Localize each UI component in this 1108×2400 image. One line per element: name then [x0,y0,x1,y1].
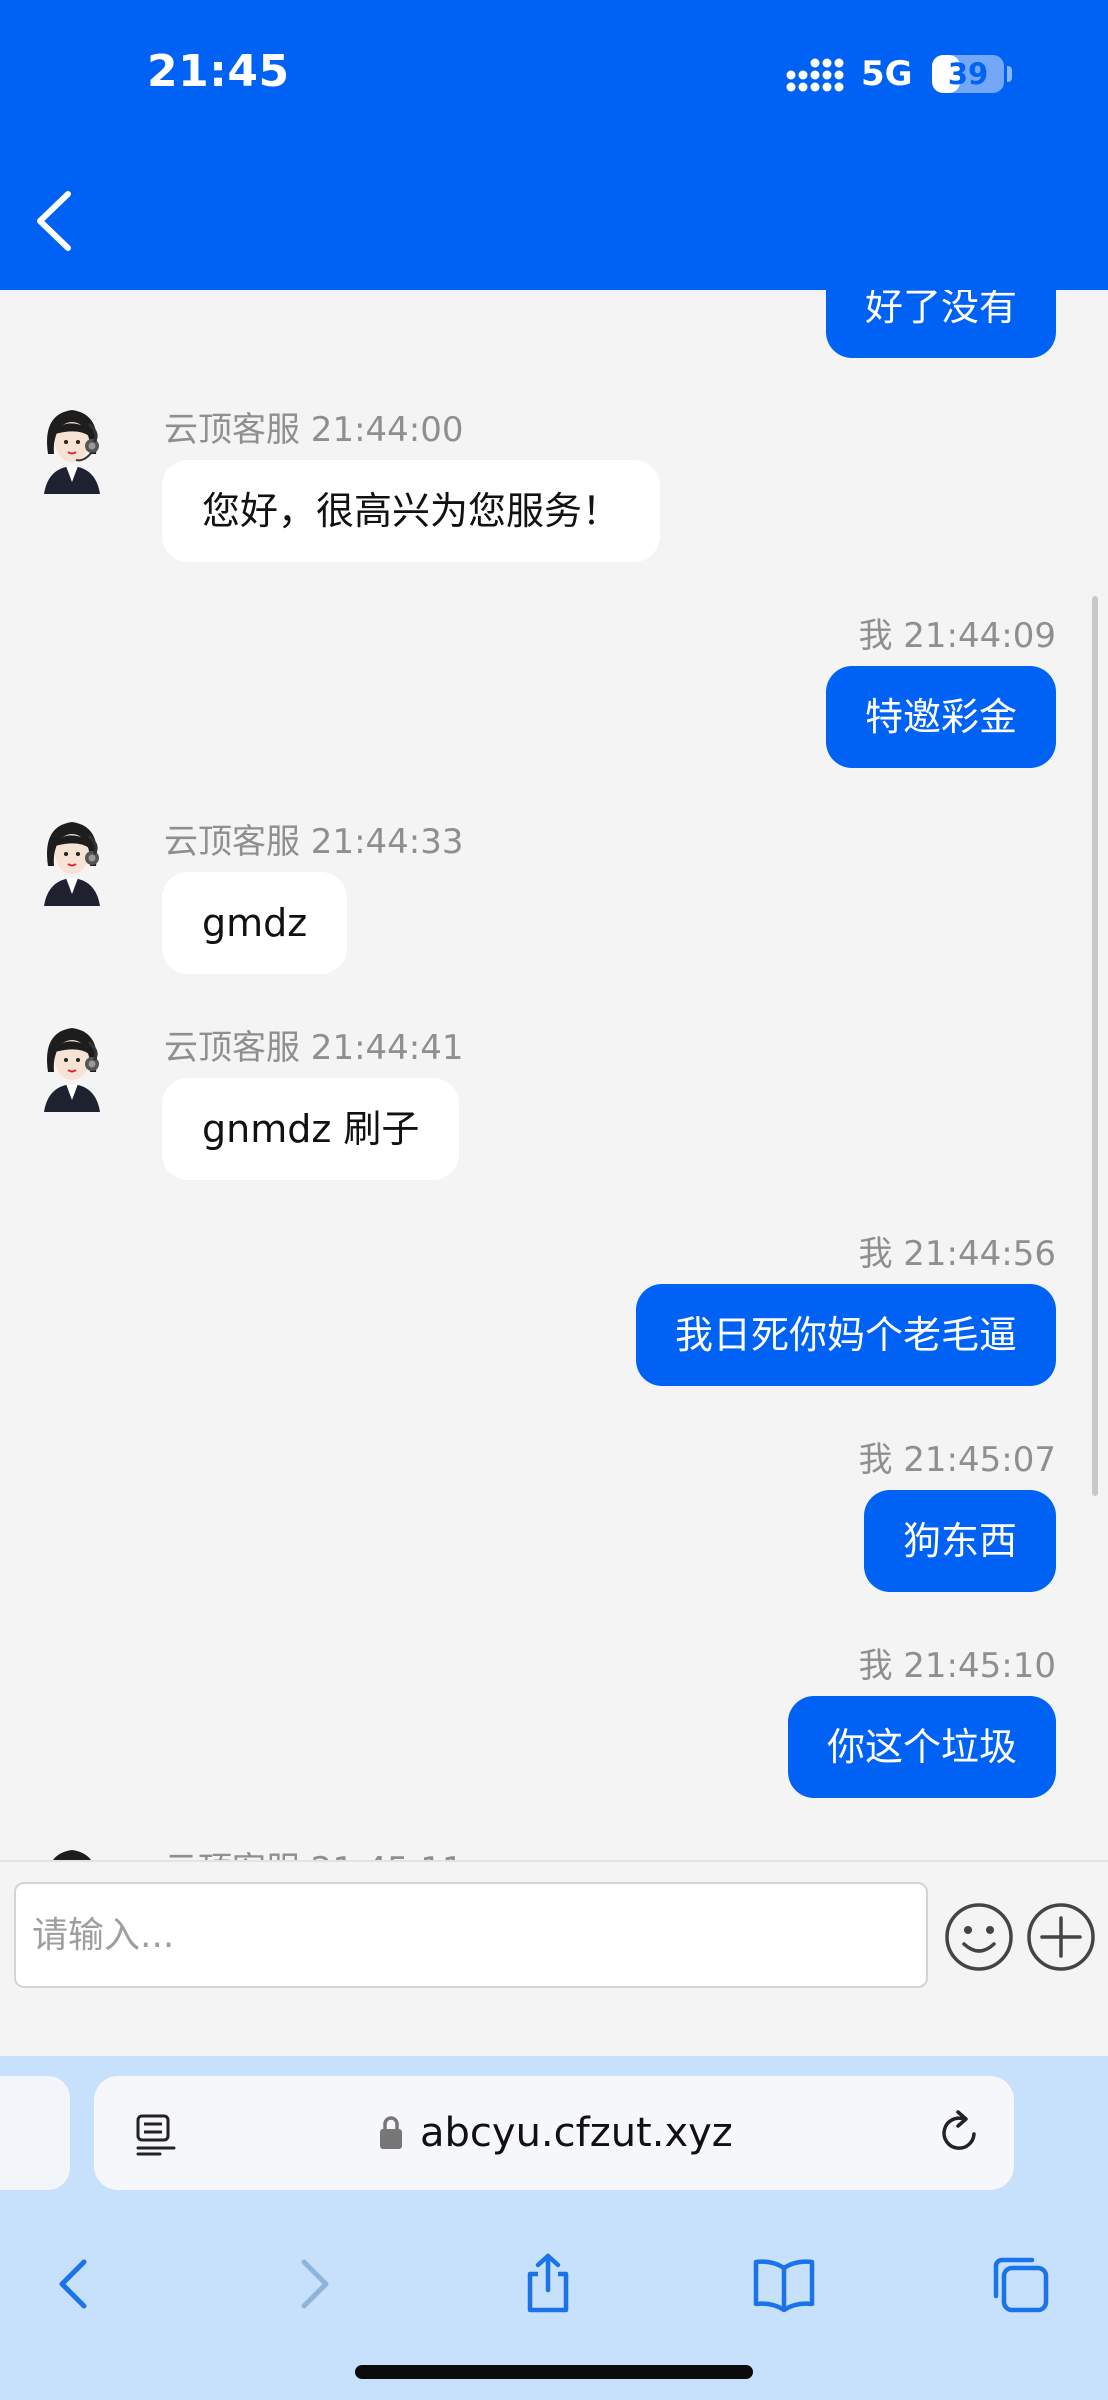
message-bubble-out[interactable]: 我日死你妈个老毛逼 [635,1284,1056,1386]
url-text: abcyu.cfzut.xyz [420,2110,733,2156]
status-time: 21:45 [147,46,290,97]
message-bubble-out[interactable]: 好了没有 [825,290,1056,358]
smiley-icon[interactable] [944,1902,1014,1972]
chevron-left-icon[interactable] [30,186,80,256]
message-header: 云顶客服 21:44:00 [164,410,464,450]
message-header: 云顶客服 21:44:41 [164,1028,464,1068]
lock-icon [380,2116,402,2149]
message-header: 云顶客服 21:45:11 [164,1842,464,1860]
battery-icon: 39 [932,55,1004,93]
message-bubble-out[interactable]: 你这个垃圾 [787,1696,1056,1798]
home-indicator[interactable] [355,2365,753,2379]
battery-level: 39 [947,57,989,91]
browser-toolbar: abcyu.cfzut.xyz [0,2056,1108,2400]
message-header: 云顶客服 21:44:33 [164,822,464,862]
book-icon[interactable] [752,2252,816,2316]
agent-avatar [44,410,100,494]
message-header: 我 21:45:10 [858,1646,1056,1686]
share-icon[interactable] [516,2252,580,2316]
plus-circle-icon[interactable] [1026,1902,1096,1972]
chat-scrollbar[interactable] [1092,596,1098,1496]
message-input-bar [0,1860,1108,2056]
address-bar[interactable]: abcyu.cfzut.xyz [94,2076,1014,2190]
previous-tab-preview[interactable] [0,2076,70,2190]
browser-back-icon[interactable] [42,2252,106,2316]
message-input[interactable] [14,1882,928,1988]
chat-messages[interactable]: 好了没有 云顶客服 21:44:00 您好，很高兴为您服务！ 我 21:44:0… [0,290,1108,1860]
reload-icon[interactable] [934,2108,984,2158]
agent-avatar [53,1850,91,1860]
browser-forward-icon[interactable] [282,2252,346,2316]
message-bubble-in[interactable]: gnmdz 刷子 [162,1078,460,1180]
message-header: 我 21:45:07 [858,1440,1056,1480]
agent-avatar [44,1028,100,1112]
tabs-icon[interactable] [988,2252,1052,2316]
chat-header: 21:45 5G 39 [0,0,1108,290]
message-header: 我 21:44:56 [858,1234,1056,1274]
network-type: 5G [861,54,913,94]
agent-avatar [44,822,100,906]
reader-mode-icon[interactable] [134,2112,178,2156]
message-bubble-in[interactable]: 您好，很高兴为您服务！ [162,460,661,562]
battery-tip [1007,66,1012,82]
message-header: 我 21:44:09 [858,616,1056,656]
message-bubble-in[interactable]: gmdz [162,872,348,974]
message-bubble-out[interactable]: 狗东西 [863,1490,1056,1592]
signal-icon [786,58,844,92]
message-bubble-out[interactable]: 特邀彩金 [825,666,1056,768]
